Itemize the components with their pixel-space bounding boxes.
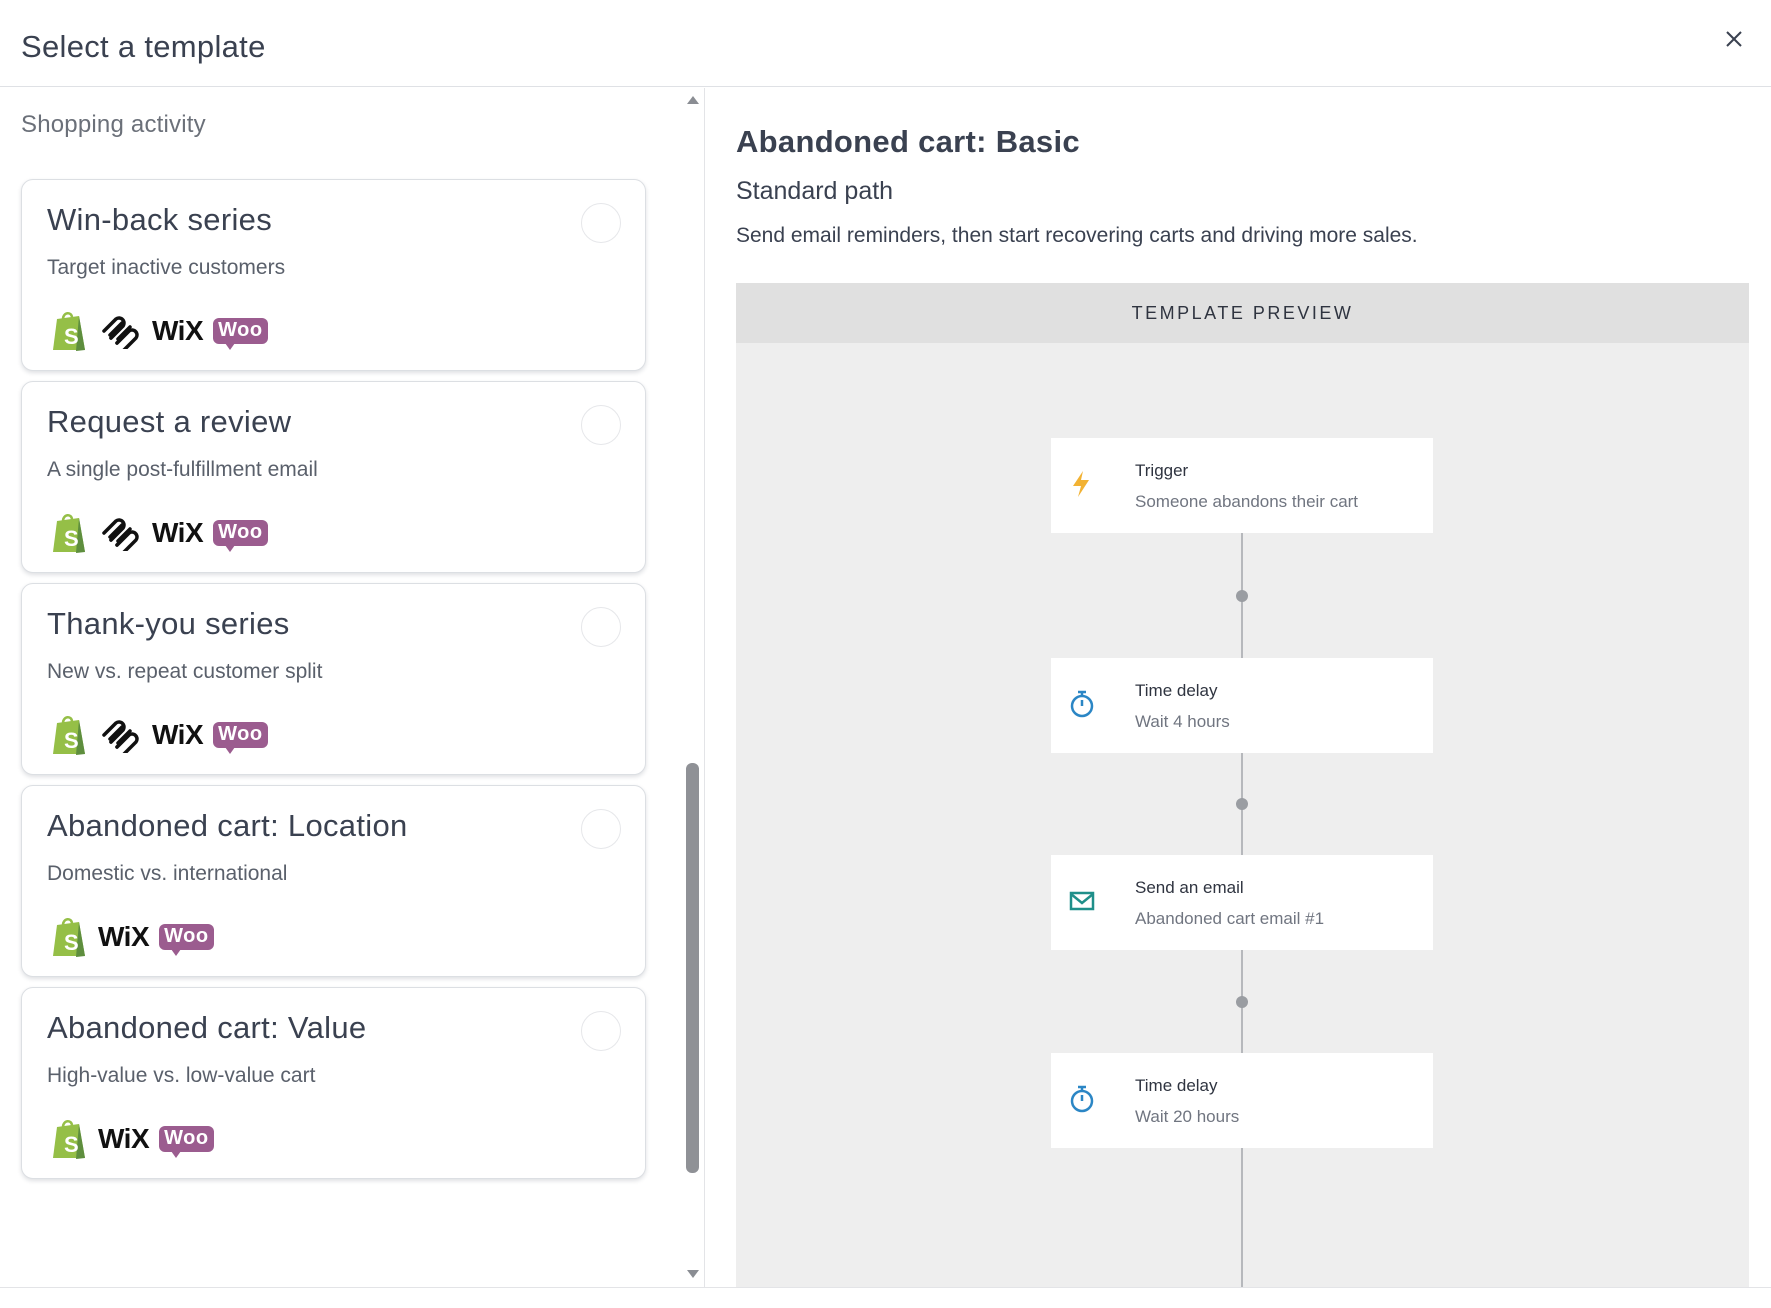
platform-logos: S WiX Woo bbox=[50, 512, 268, 554]
shopify-logo: S bbox=[50, 916, 88, 958]
card-description: Target inactive customers bbox=[47, 256, 286, 279]
card-title: Thank-you series bbox=[47, 606, 290, 641]
template-card[interactable]: Thank-you series New vs. repeat customer … bbox=[21, 583, 646, 775]
card-title: Request a review bbox=[47, 404, 292, 439]
template-card[interactable]: Abandoned cart: Location Domestic vs. int… bbox=[21, 785, 646, 977]
squarespace-logo bbox=[98, 717, 142, 753]
footer-divider bbox=[0, 1287, 1771, 1288]
card-description: High-value vs. low-value cart bbox=[47, 1064, 316, 1087]
card-description: A single post-fulfillment email bbox=[47, 458, 318, 481]
flow-step: Trigger Someone abandons their cart bbox=[1051, 438, 1433, 533]
stopwatch-icon bbox=[1067, 1083, 1097, 1115]
platform-logos: S WiX Woo bbox=[50, 310, 268, 352]
shopify-logo: S bbox=[50, 512, 88, 554]
svg-text:S: S bbox=[64, 930, 79, 955]
lightning-icon bbox=[1067, 468, 1097, 500]
modal-title: Select a template bbox=[21, 29, 266, 64]
card-title: Win-back series bbox=[47, 202, 272, 237]
card-select-radio[interactable] bbox=[581, 405, 621, 445]
flow-step-subtitle: Someone abandons their cart bbox=[1135, 492, 1359, 511]
card-select-radio[interactable] bbox=[581, 809, 621, 849]
woo-logo: Woo bbox=[213, 722, 268, 754]
flow-connector-dot bbox=[1236, 590, 1248, 602]
detail-title: Abandoned cart: Basic bbox=[736, 124, 1080, 159]
woo-logo: Woo bbox=[159, 924, 214, 956]
card-select-radio[interactable] bbox=[581, 1011, 621, 1051]
preview-label: TEMPLATE PREVIEW bbox=[1131, 303, 1354, 323]
squarespace-logo bbox=[98, 515, 142, 551]
card-title: Abandoned cart: Value bbox=[47, 1010, 367, 1045]
flow-step-subtitle: Wait 20 hours bbox=[1135, 1107, 1240, 1126]
shopify-logo: S bbox=[50, 310, 88, 352]
scrollbar[interactable] bbox=[683, 88, 703, 1288]
svg-text:S: S bbox=[64, 526, 79, 551]
flow-step: Time delay Wait 20 hours bbox=[1051, 1053, 1433, 1148]
scroll-down-arrow-icon[interactable] bbox=[687, 1270, 699, 1278]
envelope-icon bbox=[1067, 885, 1097, 917]
wix-logo: WiX bbox=[98, 921, 150, 952]
squarespace-logo bbox=[98, 313, 142, 349]
flow-connector-dot bbox=[1236, 996, 1248, 1008]
flow-step-title: Time delay bbox=[1135, 1076, 1218, 1095]
wix-logo: WiX bbox=[152, 315, 204, 346]
template-list-pane: Shopping activity Win-back series Target … bbox=[0, 88, 705, 1288]
woo-logo: Woo bbox=[213, 318, 268, 350]
woo-logo: Woo bbox=[213, 520, 268, 552]
flow-step-title: Time delay bbox=[1135, 681, 1218, 700]
template-card[interactable]: Win-back series Target inactive customers… bbox=[21, 179, 646, 371]
svg-text:S: S bbox=[64, 1132, 79, 1157]
template-preview: TEMPLATE PREVIEW Trigger Someone abandons… bbox=[736, 283, 1749, 1288]
template-card[interactable]: Request a review A single post-fulfillmen… bbox=[21, 381, 646, 573]
template-detail-pane: Abandoned cart: Basic Standard path Send… bbox=[706, 88, 1771, 1288]
flow-step: Send an email Abandoned cart email #1 bbox=[1051, 855, 1433, 950]
scroll-up-arrow-icon[interactable] bbox=[687, 96, 699, 104]
platform-logos: S WiX Woo bbox=[50, 714, 268, 756]
woo-logo: Woo bbox=[159, 1126, 214, 1158]
preview-header: TEMPLATE PREVIEW bbox=[736, 283, 1749, 343]
card-select-radio[interactable] bbox=[581, 607, 621, 647]
platform-logos: S WiX Woo bbox=[50, 1118, 214, 1160]
card-description: New vs. repeat customer split bbox=[47, 660, 323, 683]
card-select-radio[interactable] bbox=[581, 203, 621, 243]
flow-connector bbox=[1241, 1148, 1243, 1288]
modal-header: Select a template bbox=[0, 0, 1771, 87]
flow-step-subtitle: Wait 4 hours bbox=[1135, 712, 1230, 731]
template-card[interactable]: Abandoned cart: Value High-value vs. low-… bbox=[21, 987, 646, 1179]
shopify-logo: S bbox=[50, 1118, 88, 1160]
section-label: Shopping activity bbox=[21, 111, 206, 138]
wix-logo: WiX bbox=[98, 1123, 150, 1154]
wix-logo: WiX bbox=[152, 719, 204, 750]
card-description: Domestic vs. international bbox=[47, 862, 288, 885]
platform-logos: S WiX Woo bbox=[50, 916, 214, 958]
detail-subtitle: Standard path bbox=[736, 177, 894, 205]
flow-step: Time delay Wait 4 hours bbox=[1051, 658, 1433, 753]
shopify-logo: S bbox=[50, 714, 88, 756]
flow-step-title: Send an email bbox=[1135, 878, 1244, 897]
flow-step-title: Trigger bbox=[1135, 461, 1189, 480]
svg-text:S: S bbox=[64, 324, 79, 349]
flow-step-subtitle: Abandoned cart email #1 bbox=[1135, 909, 1325, 928]
card-title: Abandoned cart: Location bbox=[47, 808, 408, 843]
detail-description: Send email reminders, then start recover… bbox=[736, 224, 1418, 247]
close-button[interactable] bbox=[1717, 22, 1751, 56]
wix-logo: WiX bbox=[152, 517, 204, 548]
flow-connector-dot bbox=[1236, 798, 1248, 810]
stopwatch-icon bbox=[1067, 688, 1097, 720]
scrollbar-thumb[interactable] bbox=[686, 763, 699, 1173]
svg-text:S: S bbox=[64, 728, 79, 753]
close-icon bbox=[1726, 31, 1742, 47]
